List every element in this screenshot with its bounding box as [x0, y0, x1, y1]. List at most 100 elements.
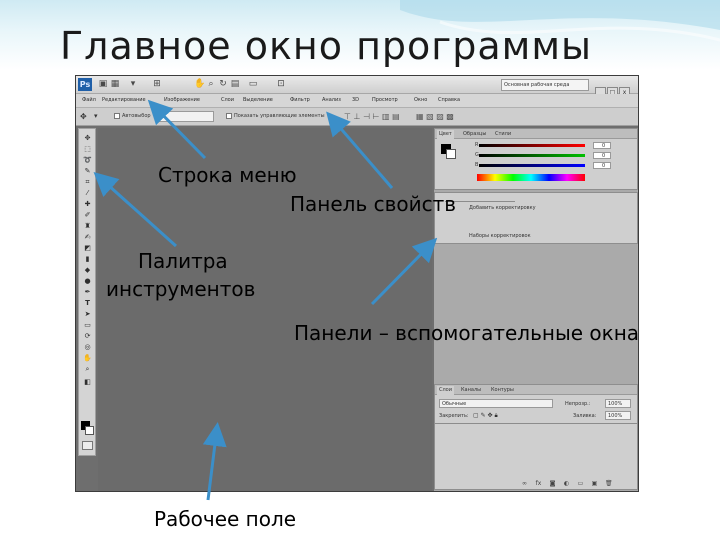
color-panel: Цвет Образцы Стили R 0 G 0 B 0	[434, 128, 638, 190]
zoom-icon[interactable]: ⌕	[206, 79, 216, 90]
label-tools-palette-line2: инструментов	[106, 277, 256, 301]
options-bar: ✥ ▾ Автовыбор Показать управляющие элеме…	[76, 108, 638, 126]
menu-view[interactable]: Просмотр	[372, 97, 398, 103]
layer-style-icon[interactable]: fx	[535, 481, 542, 487]
zoom-tool-icon[interactable]: ⌕	[81, 364, 94, 374]
crop-tool-icon[interactable]: ⌗	[81, 177, 94, 187]
blue-value-field[interactable]: 0	[593, 162, 611, 169]
menu-filter[interactable]: Фильтр	[290, 97, 310, 103]
layers-panel-tabs: Слои Каналы Контуры	[435, 385, 637, 395]
show-transform-label: Показать управляющие элементы	[234, 113, 325, 119]
show-transform-checkbox[interactable]	[226, 113, 232, 119]
label-tools-palette-line1: Палитра	[138, 249, 228, 273]
tab-color[interactable]: Цвет	[437, 130, 454, 139]
quick-select-tool-icon[interactable]: ✎	[81, 166, 94, 176]
channel-r-label: R	[475, 142, 479, 148]
link-layers-icon[interactable]: ∞	[521, 481, 528, 487]
preset-dropdown-icon[interactable]: ▾	[94, 112, 98, 120]
delete-layer-icon[interactable]: 🗑︎	[605, 481, 613, 487]
pen-tool-icon[interactable]: ✒	[81, 287, 94, 297]
slide-title: Главное окно программы	[60, 24, 592, 68]
menu-select[interactable]: Выделение	[243, 97, 273, 103]
red-slider[interactable]	[479, 144, 585, 147]
menu-window[interactable]: Окно	[414, 97, 427, 103]
gradient-tool-icon[interactable]: ▮	[81, 254, 94, 264]
lock-label: Закрепить:	[439, 413, 469, 419]
eraser-tool-icon[interactable]: ◩	[81, 243, 94, 253]
menu-layers[interactable]: Слои	[221, 97, 234, 103]
shape-tool-icon[interactable]: ▭	[81, 320, 94, 330]
zoom-level-icon[interactable]: ▾	[128, 79, 138, 90]
fill-label: Заливка:	[573, 413, 597, 419]
type-tool-icon[interactable]: T	[81, 298, 94, 308]
eyedropper-tool-icon[interactable]: ⁄	[81, 188, 94, 198]
tab-paths[interactable]: Контуры	[489, 386, 516, 395]
menu-analysis[interactable]: Анализ	[322, 97, 341, 103]
hand-tool-icon[interactable]: ✋	[81, 353, 94, 363]
background-color-swatch[interactable]	[85, 426, 94, 435]
green-value-field[interactable]: 0	[593, 152, 611, 159]
path-select-tool-icon[interactable]: ➤	[81, 309, 94, 319]
move-tool-icon[interactable]: ✥	[81, 133, 94, 143]
menu-help[interactable]: Справка	[438, 97, 460, 103]
blend-mode-select[interactable]: Обычные	[439, 399, 553, 408]
label-properties-panel: Панель свойств	[290, 192, 457, 216]
layer-mask-icon[interactable]: ◙	[549, 481, 556, 487]
blue-slider[interactable]	[479, 164, 585, 167]
menu-file[interactable]: Файл	[82, 97, 96, 103]
move-tool-preset-icon[interactable]: ✥	[80, 112, 87, 121]
red-value-field[interactable]: 0	[593, 142, 611, 149]
auto-select-type-dropdown[interactable]	[156, 111, 214, 122]
bridge-icon[interactable]: ▣	[98, 79, 108, 90]
auto-select-checkbox[interactable]	[114, 113, 120, 119]
3d-camera-tool-icon[interactable]: ◎	[81, 342, 94, 352]
menu-image[interactable]: Изображение	[164, 97, 200, 103]
panel-background-swatch[interactable]	[446, 149, 456, 159]
rotate-view-icon[interactable]: ↻	[218, 79, 228, 90]
layers-divider	[435, 423, 637, 424]
quick-mask-button[interactable]	[82, 441, 93, 450]
3d-rotate-tool-icon[interactable]: ⟳	[81, 331, 94, 341]
history-brush-tool-icon[interactable]: ✍	[81, 232, 94, 242]
new-group-icon[interactable]: ▭	[577, 481, 584, 487]
panels-dock: Цвет Образцы Стили R 0 G 0 B 0 Добавить …	[434, 128, 638, 491]
adjustment-layer-icon[interactable]: ◐	[563, 481, 570, 487]
tab-channels[interactable]: Каналы	[459, 386, 483, 395]
align-icons[interactable]: ⊤ ⊥ ⊣ ⊢ ▥ ▤	[344, 112, 400, 121]
opacity-field[interactable]: 100%	[605, 399, 631, 408]
tab-layers[interactable]: Слои	[437, 386, 454, 395]
extras-icon[interactable]: ⊡	[276, 79, 286, 90]
menu-bar: Файл Редактирование Изображение Слои Выд…	[76, 94, 638, 108]
workspace-select[interactable]: Основная рабочая среда	[501, 79, 589, 91]
arrange-documents-icon[interactable]: ▤	[230, 79, 240, 90]
adjustments-item-add[interactable]: Добавить корректировку	[469, 205, 536, 211]
lock-icons[interactable]: ▢ ✎ ✥ 🔒︎	[473, 412, 498, 420]
label-workspace: Рабочее поле	[154, 507, 297, 531]
mini-bridge-icon[interactable]: ▦	[110, 79, 120, 90]
tab-swatches[interactable]: Образцы	[461, 130, 488, 139]
auto-select-label: Автовыбор	[122, 113, 151, 119]
marquee-tool-icon[interactable]: ⬚	[81, 144, 94, 154]
menu-3d[interactable]: 3D	[352, 97, 359, 103]
hand-tool-icon[interactable]: ✋	[194, 79, 205, 90]
stamp-tool-icon[interactable]: ♜	[81, 221, 94, 231]
new-layer-icon[interactable]: ▣	[591, 481, 598, 487]
blur-tool-icon[interactable]: ◆	[81, 265, 94, 275]
tools-palette: ✥ ⬚ ➰ ✎ ⌗ ⁄ ✚ ✐ ♜ ✍ ◩ ▮ ◆ ● ✒ T ➤ ▭ ⟳ ◎ …	[78, 128, 96, 456]
default-colors-icon[interactable]: ◧	[81, 377, 94, 387]
green-slider[interactable]	[479, 154, 585, 157]
guides-icon[interactable]: ⊞	[152, 79, 162, 90]
adjustments-item-presets[interactable]: Наборы корректировок	[469, 233, 531, 239]
color-spectrum-bar[interactable]	[477, 174, 585, 181]
lasso-tool-icon[interactable]: ➰	[81, 155, 94, 165]
distribute-icons[interactable]: ▦ ▧ ▨ ▩	[416, 112, 454, 121]
dodge-tool-icon[interactable]: ●	[81, 276, 94, 286]
fill-field[interactable]: 100%	[605, 411, 631, 420]
screen-mode-icon[interactable]: ▭	[248, 79, 258, 90]
label-menu-bar: Строка меню	[158, 163, 297, 187]
menu-edit[interactable]: Редактирование	[102, 97, 146, 103]
brush-tool-icon[interactable]: ✐	[81, 210, 94, 220]
healing-tool-icon[interactable]: ✚	[81, 199, 94, 209]
tab-styles[interactable]: Стили	[493, 130, 513, 139]
opacity-label: Непрозр.:	[565, 401, 591, 407]
